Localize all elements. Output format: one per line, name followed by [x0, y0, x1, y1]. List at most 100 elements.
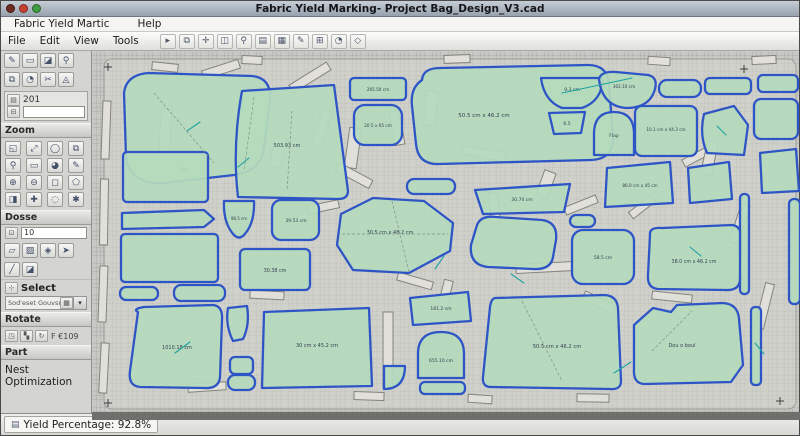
pattern-piece[interactable]	[646, 223, 743, 292]
frame-tool-icon[interactable]: ▭	[22, 53, 38, 68]
zoom-window-icon[interactable]: ◱	[5, 141, 21, 156]
pattern-piece[interactable]	[758, 147, 800, 195]
copy-tool-icon[interactable]: ⧉	[4, 72, 20, 87]
nest-optimization-label[interactable]: Nest Optimization	[1, 360, 91, 392]
grid-icon[interactable]: ▦	[273, 33, 290, 49]
shape-tool-icon[interactable]: ◬	[58, 72, 74, 87]
zoom-tool-grid: ◱ ⤢ ◯ ⧉ ⚲ ▭ ◕ ✎ ⊕ ⊖ ◻ ⬠ ◨ ✚ ◌ ✱	[1, 138, 91, 210]
pen-tool-icon[interactable]: ✎	[4, 53, 20, 68]
pattern-piece[interactable]	[568, 213, 597, 229]
section-rotate[interactable]: Rotate	[1, 312, 91, 327]
pattern-piece[interactable]	[120, 208, 216, 231]
pattern-piece[interactable]	[118, 285, 160, 302]
zoom-star-icon[interactable]: ✱	[68, 192, 84, 207]
zoom-dotted-icon[interactable]: ◌	[47, 192, 63, 207]
select-tool-row[interactable]: ⊹ Select	[1, 279, 91, 296]
offcut-strip	[100, 100, 112, 160]
open-icon[interactable]: ⧉	[178, 33, 195, 49]
piece-dimension-label: 50.5 cm x 46.2 cm	[533, 344, 582, 350]
pattern-piece[interactable]	[657, 78, 703, 99]
search-icon[interactable]: ⚲	[235, 33, 252, 49]
menu-edit[interactable]: Edit	[33, 35, 67, 47]
menu-file[interactable]: File	[1, 35, 33, 47]
rotate-arrow-icon[interactable]: ↻	[35, 330, 48, 342]
cut-tool-icon[interactable]: ✂	[40, 72, 56, 87]
pattern-piece[interactable]	[121, 150, 210, 204]
draw-mode-icon[interactable]: ⊡	[5, 227, 18, 239]
parallelogram-icon[interactable]: ▱	[4, 243, 20, 258]
rotate-tile-icon[interactable]: ▚	[20, 330, 33, 342]
title-bar[interactable]: Fabric Yield Marking- Project Bag_Design…	[1, 1, 799, 17]
zoom-search-icon[interactable]: ⚲	[5, 158, 21, 173]
top-tools-row-1: ✎ ▭ ◪ ⚲	[1, 51, 91, 70]
marker-canvas[interactable]: Pom503.93 cm265.50 cm20.5 x 65 cm50.5 cm…	[92, 51, 800, 420]
piece-dimension-label: 655.10 cm	[429, 358, 453, 364]
pattern-piece[interactable]	[234, 83, 350, 201]
eraser-tool-icon[interactable]: ◪	[40, 53, 56, 68]
menu-help[interactable]: Help	[130, 18, 168, 30]
pattern-piece[interactable]	[703, 76, 753, 96]
eraser2-icon[interactable]: ◪	[22, 262, 38, 277]
dot-tool-icon[interactable]: ◔	[22, 72, 38, 87]
menu-tools[interactable]: Tools	[106, 35, 146, 47]
pattern-piece[interactable]	[481, 293, 623, 391]
pattern-piece[interactable]	[418, 380, 467, 396]
zoom-out-icon[interactable]: ⊖	[26, 175, 42, 190]
piece-dimension-label: 302.10 cm	[613, 84, 635, 89]
zoom-fill-icon[interactable]: ◕	[47, 158, 63, 173]
pattern-piece[interactable]	[119, 232, 220, 284]
pattern-piece[interactable]	[226, 304, 250, 343]
offcut-strip	[467, 393, 493, 405]
zoom-pen-icon[interactable]: ✎	[68, 158, 84, 173]
zoom-copy-icon[interactable]: ⧉	[68, 141, 84, 156]
zoom-in-icon[interactable]: ⊕	[5, 175, 21, 190]
pattern-piece[interactable]	[752, 97, 800, 141]
diamond-icon[interactable]: ◈	[40, 243, 56, 258]
new-doc-icon[interactable]: ▸	[159, 33, 176, 49]
move-icon[interactable]: ✛	[197, 33, 214, 49]
link-icon[interactable]: ◇	[349, 33, 366, 49]
pattern-piece[interactable]	[228, 355, 255, 376]
hatch-icon[interactable]: ▨	[22, 243, 38, 258]
line-tool-icon[interactable]: ╱	[4, 262, 20, 277]
zoom-plus-icon[interactable]: ✚	[26, 192, 42, 207]
magnifier-tool-icon[interactable]: ⚲	[58, 53, 74, 68]
zoom-extents-icon[interactable]: ⤢	[26, 141, 42, 156]
window-title: Fabric Yield Marking- Project Bag_Design…	[255, 2, 545, 15]
zoom-box-icon[interactable]: ◻	[47, 175, 63, 190]
zoom-circle-icon[interactable]: ◯	[47, 141, 63, 156]
pattern-piece[interactable]	[738, 192, 751, 296]
counter-field[interactable]	[23, 106, 85, 118]
menu-app[interactable]: Fabric Yield Martic	[7, 18, 116, 30]
pattern-piece[interactable]	[405, 177, 457, 196]
pattern-piece[interactable]	[749, 305, 763, 387]
zoom-poly-icon[interactable]: ⬠	[68, 175, 84, 190]
pattern-piece[interactable]	[416, 330, 466, 380]
pattern-piece[interactable]	[686, 160, 734, 205]
pattern-piece[interactable]	[469, 215, 558, 271]
section-draw[interactable]: Dosse	[1, 210, 91, 225]
pattern-piece[interactable]	[172, 283, 227, 303]
section-part[interactable]: Part	[1, 345, 91, 360]
cursor-icon[interactable]: ➤	[58, 243, 74, 258]
pattern-piece[interactable]	[756, 73, 800, 94]
edit-icon[interactable]: ✎	[292, 33, 309, 49]
pattern-piece[interactable]	[787, 197, 800, 306]
save-icon[interactable]: ◫	[216, 33, 233, 49]
document-icon: ▤	[11, 419, 20, 430]
select-combo[interactable]: Sod'eset Gouvsn ▦ ▾	[5, 296, 87, 310]
menu-view[interactable]: View	[67, 35, 106, 47]
piece-dimension-label: 38.0 cm x 46.2 cm	[672, 259, 717, 265]
section-zoom[interactable]: Zoom	[1, 123, 91, 138]
draw-value-field[interactable]: 10	[21, 227, 87, 239]
pattern-piece[interactable]	[226, 373, 257, 392]
zoom-rect-icon[interactable]: ▭	[26, 158, 42, 173]
layers-icon[interactable]: ▤	[254, 33, 271, 49]
chart-icon[interactable]: ◔	[330, 33, 347, 49]
piece-dimension-label: 6.5	[563, 121, 570, 127]
chevron-down-icon[interactable]: ▾	[73, 297, 86, 309]
measure-icon[interactable]: ⊞	[311, 33, 328, 49]
select-combo-value: Sod'eset Gouvsn	[8, 299, 60, 307]
zoom-half-icon[interactable]: ◨	[5, 192, 21, 207]
rotate-cw-icon[interactable]: ◳	[5, 330, 18, 342]
